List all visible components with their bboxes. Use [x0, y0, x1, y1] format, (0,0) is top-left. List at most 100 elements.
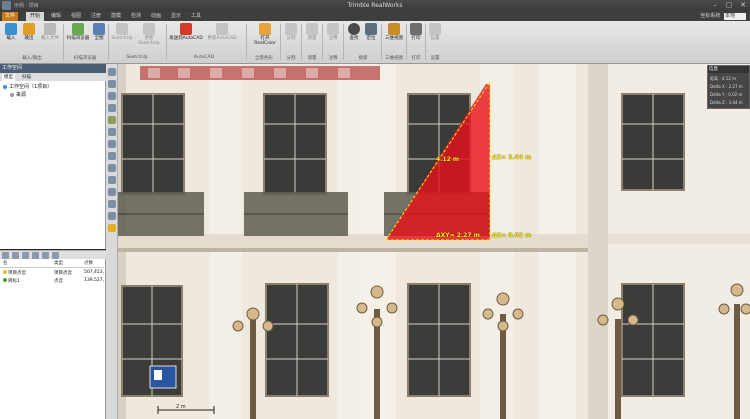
tab-inspection[interactable]: 检测: [128, 12, 144, 21]
measure-button[interactable]: 测量: [304, 23, 320, 41]
tab-modeling[interactable]: 建模: [108, 12, 124, 21]
annotate-label: 注释: [328, 36, 338, 41]
tab-animation[interactable]: 动画: [148, 12, 164, 21]
ribbon-separator: [166, 24, 167, 60]
ribbon-separator: [301, 24, 302, 60]
scan-explorer-button[interactable]: 扫描浏览器: [64, 23, 92, 41]
close-button[interactable]: ✕: [736, 1, 750, 10]
tab-edit[interactable]: 编辑: [48, 12, 64, 21]
group-label: 扫描浏览器: [73, 56, 97, 61]
column-type[interactable]: 类型: [54, 260, 63, 266]
autocad-icon: [180, 23, 192, 35]
update-sketchup-button[interactable]: 更新SketchUp: [134, 23, 164, 46]
top-view-icon[interactable]: [108, 140, 116, 148]
info-value: 0.02 m: [728, 92, 743, 97]
pan-icon[interactable]: [108, 80, 116, 88]
fit-icon[interactable]: [108, 116, 116, 124]
maximize-button[interactable]: ▢: [722, 1, 736, 10]
tab-display[interactable]: 显示: [168, 12, 184, 21]
options-icon[interactable]: [52, 252, 59, 259]
ribbon-separator: [322, 24, 323, 60]
load-label: 载入: [6, 36, 16, 41]
up-arrow-icon[interactable]: [22, 252, 29, 259]
view-icon[interactable]: [2, 252, 9, 259]
filter-icon[interactable]: [12, 252, 19, 259]
measure-label-dxy[interactable]: ΔXY= 2.27 m: [436, 232, 480, 239]
tab-home[interactable]: 开始: [26, 12, 44, 21]
find-button[interactable]: 查找: [346, 23, 362, 41]
color-mode-icon[interactable]: [108, 200, 116, 208]
measure-label-dz-small[interactable]: ΔZ= 0.02 m: [492, 232, 531, 239]
info-row-dz: Delta Z : 3.44 m: [710, 100, 743, 105]
tab-tools[interactable]: 工具: [188, 12, 204, 21]
iso-view-icon[interactable]: [108, 164, 116, 172]
3d-view-button[interactable]: 三维视图: [384, 23, 404, 41]
lighting-icon[interactable]: [108, 212, 116, 220]
group-label: SketchUp: [126, 55, 148, 60]
select-icon[interactable]: [108, 68, 116, 76]
tab-registration[interactable]: 注册: [88, 12, 104, 21]
sketchup-button[interactable]: SketchUp: [110, 23, 134, 41]
coordinate-system-select[interactable]: 本地: [724, 13, 746, 20]
coordinate-system: 坐标系统 本地: [700, 12, 746, 21]
print-button[interactable]: 打印: [408, 23, 424, 41]
group-label: 注释: [328, 56, 338, 61]
clip-icon[interactable]: [108, 176, 116, 184]
scale-bar-label: 2 m: [176, 404, 186, 410]
info-key: Delta Y: [710, 92, 725, 97]
rotate-icon[interactable]: [108, 104, 116, 112]
segment-button[interactable]: 分割: [283, 23, 299, 41]
group-label: 设置: [430, 56, 440, 61]
tree-item-workspace[interactable]: 工作空间（1项目）: [3, 83, 52, 90]
workspace-header: 工作空间: [0, 64, 106, 73]
realcolor-icon: [259, 23, 271, 35]
locate-button[interactable]: 定位: [363, 23, 379, 41]
full-view-icon: [93, 23, 105, 35]
minimize-button[interactable]: –: [708, 1, 722, 10]
column-count[interactable]: 点数: [84, 260, 93, 266]
load-file-button[interactable]: 载入文件: [38, 23, 62, 41]
group-label: 三维视图: [385, 56, 403, 61]
segment-icon: [285, 23, 297, 35]
annotate-button[interactable]: 注释: [325, 23, 341, 41]
update-autocad-label: 更新AutoCAD: [207, 36, 237, 41]
station-icon[interactable]: [108, 224, 116, 232]
load-button[interactable]: 载入: [3, 23, 19, 41]
open-realcolor-button[interactable]: 打开RealColor: [250, 23, 280, 46]
measure-label-dz[interactable]: ΔZ= 3.44 m: [492, 154, 531, 161]
measure-label-distance[interactable]: 4.12 m: [436, 156, 459, 163]
info-row-dy: Delta Y : 0.02 m: [710, 92, 743, 97]
header-divider: [0, 267, 106, 268]
down-arrow-icon[interactable]: [32, 252, 39, 259]
render-icon[interactable]: [108, 188, 116, 196]
3d-viewport[interactable]: 4.12 m ΔZ= 3.44 m ΔXY= 2.27 m ΔZ= 0.02 m…: [118, 64, 750, 419]
refresh-icon[interactable]: [42, 252, 49, 259]
ribbon-separator: [280, 24, 281, 60]
tab-scans[interactable]: 扫描: [20, 74, 33, 81]
locate-label: 定位: [366, 36, 376, 41]
export-button[interactable]: 输出: [21, 23, 37, 41]
zoom-icon[interactable]: [108, 92, 116, 100]
tree-item-source[interactable]: 来源: [10, 91, 26, 98]
send-to-autocad-button[interactable]: 发送到AutoCAD: [168, 23, 204, 41]
full-view-button[interactable]: 全图: [92, 23, 106, 41]
group-label: 分割: [286, 56, 296, 61]
ribbon: 载入 输出 载入文件 扫描浏览器 全图 SketchUp 更新SketchUp …: [0, 21, 750, 64]
title-bar: 示例 · 项目 Trimble RealWorks – ▢ ✕: [0, 0, 750, 11]
settings-button[interactable]: 设置: [427, 23, 443, 41]
list-toolbar: [0, 250, 106, 259]
column-name[interactable]: 名: [3, 260, 8, 266]
locate-icon: [365, 23, 377, 35]
scan-explorer-label: 扫描浏览器: [66, 36, 90, 41]
tab-file[interactable]: 文件: [2, 12, 18, 21]
load-file-label: 载入文件: [41, 36, 59, 41]
group-label: 打印: [411, 56, 421, 61]
workspace-tabs: 模型 扫描: [0, 73, 106, 81]
group-label: 搜索: [358, 56, 368, 61]
settings-label: 设置: [430, 36, 440, 41]
update-autocad-button[interactable]: 更新AutoCAD: [205, 23, 239, 41]
front-view-icon[interactable]: [108, 128, 116, 136]
tab-models[interactable]: 模型: [2, 74, 15, 81]
tab-view[interactable]: 视图: [68, 12, 84, 21]
side-view-icon[interactable]: [108, 152, 116, 160]
